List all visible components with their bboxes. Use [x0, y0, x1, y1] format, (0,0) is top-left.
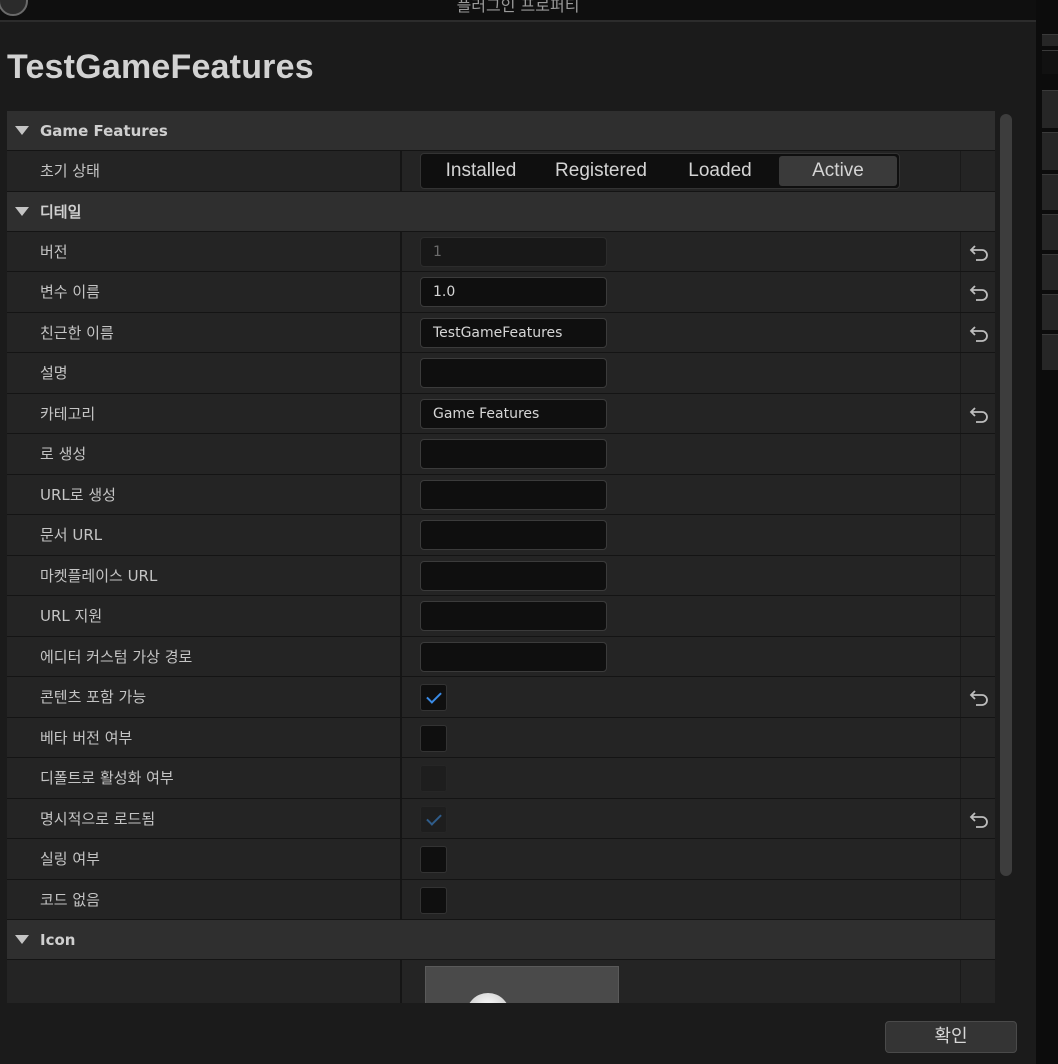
- property-label: 문서 URL: [40, 526, 103, 544]
- property-initial-state: 초기 상태 Installed Registered Loaded Active: [7, 151, 995, 192]
- property-docs-url: 문서 URL: [7, 515, 995, 556]
- collapse-triangle-icon[interactable]: [15, 206, 29, 216]
- property-can-contain-content: 콘텐츠 포함 가능: [7, 677, 995, 718]
- category-game-features[interactable]: Game Features: [7, 111, 995, 151]
- state-option-loaded[interactable]: Loaded: [661, 156, 779, 186]
- marketplace-url-field[interactable]: [420, 560, 607, 591]
- details-panel: Game Features 초기 상태 Installed Registered…: [7, 111, 995, 1003]
- background-editor-strip: [1036, 0, 1058, 1064]
- title-bar: 플러그인 프로퍼티: [0, 0, 1036, 22]
- property-is-beta: 베타 버전 여부: [7, 717, 995, 758]
- plugin-icon-image: [466, 993, 510, 1003]
- is-beta-checkbox[interactable]: [420, 724, 447, 752]
- friendly-name-field[interactable]: TestGameFeatures: [420, 317, 607, 348]
- property-label: URL로 생성: [40, 485, 116, 504]
- state-option-registered[interactable]: Registered: [541, 156, 661, 186]
- description-field[interactable]: [420, 358, 607, 388]
- category-label: 디테일: [40, 202, 82, 221]
- can-contain-content-checkbox[interactable]: [420, 684, 447, 711]
- property-version-name: 변수 이름 1.0: [7, 272, 995, 313]
- property-created-by: 로 생성: [7, 434, 995, 475]
- reset-to-default-icon[interactable]: [969, 405, 989, 423]
- collapse-triangle-icon[interactable]: [15, 935, 29, 944]
- property-support-url: URL 지원: [7, 596, 995, 637]
- property-created-by-url: URL로 생성: [7, 474, 995, 515]
- category-label: Icon: [40, 930, 76, 949]
- category-details[interactable]: 디테일: [7, 191, 995, 232]
- window-title: 플러그인 프로퍼티: [456, 0, 580, 15]
- ok-button[interactable]: 확인: [885, 1021, 1017, 1053]
- property-label: 친근한 이름: [40, 323, 114, 342]
- reset-to-default-icon[interactable]: [969, 324, 989, 342]
- property-label: 로 생성: [40, 445, 87, 463]
- state-option-active[interactable]: Active: [779, 156, 897, 186]
- property-label: 초기 상태: [40, 162, 100, 180]
- category-icon[interactable]: Icon: [7, 920, 995, 960]
- property-label: 카테고리: [40, 404, 96, 423]
- enabled-by-default-checkbox: [420, 765, 447, 792]
- support-url-field[interactable]: [420, 601, 607, 631]
- property-no-code: 코드 없음: [7, 879, 995, 920]
- property-label: 변수 이름: [40, 283, 100, 301]
- created-by-field[interactable]: [420, 439, 607, 469]
- created-by-url-field[interactable]: [420, 479, 607, 510]
- property-category: 카테고리 Game Features: [7, 393, 995, 434]
- initial-state-selector: Installed Registered Loaded Active: [420, 153, 900, 189]
- property-icon: [7, 960, 995, 1003]
- property-editor-custom-virtual-path: 에디터 커스텀 가상 경로: [7, 636, 995, 677]
- property-label: 버전: [40, 242, 68, 261]
- category-field[interactable]: Game Features: [420, 398, 607, 429]
- page-title: TestGameFeatures: [7, 48, 314, 86]
- property-label: 베타 버전 여부: [40, 728, 133, 747]
- version-name-field[interactable]: 1.0: [420, 277, 607, 307]
- property-label: 실링 여부: [40, 850, 100, 868]
- is-sealed-checkbox[interactable]: [420, 846, 447, 873]
- property-marketplace-url: 마켓플레이스 URL: [7, 555, 995, 596]
- plugin-icon-thumbnail[interactable]: [425, 966, 619, 1003]
- property-is-sealed: 실링 여부: [7, 839, 995, 880]
- property-label: 마켓플레이스 URL: [40, 566, 158, 585]
- editor-custom-virtual-path-field[interactable]: [420, 641, 607, 672]
- version-field: 1: [420, 236, 607, 267]
- property-label: URL 지원: [40, 607, 103, 625]
- property-label: 콘텐츠 포함 가능: [40, 688, 147, 706]
- plugin-properties-window: 플러그인 프로퍼티 TestGameFeatures Game Features…: [0, 0, 1036, 1064]
- reset-to-default-icon[interactable]: [969, 243, 989, 261]
- property-label: 설명: [40, 364, 68, 382]
- reset-to-default-icon[interactable]: [969, 810, 989, 828]
- reset-to-default-icon[interactable]: [969, 283, 989, 301]
- property-friendly-name: 친근한 이름 TestGameFeatures: [7, 312, 995, 353]
- property-label: 에디터 커스텀 가상 경로: [40, 647, 193, 666]
- vertical-scrollbar[interactable]: [1000, 114, 1012, 876]
- category-label: Game Features: [40, 121, 168, 140]
- checkmark-icon: [426, 809, 442, 826]
- state-option-installed[interactable]: Installed: [421, 156, 541, 186]
- explicitly-loaded-checkbox: [420, 805, 447, 833]
- property-version: 버전 1: [7, 231, 995, 272]
- collapse-triangle-icon[interactable]: [15, 126, 29, 135]
- checkmark-icon: [426, 688, 442, 704]
- property-description: 설명: [7, 353, 995, 394]
- reset-to-default-icon[interactable]: [969, 688, 989, 706]
- no-code-checkbox[interactable]: [420, 886, 447, 914]
- property-explicitly-loaded: 명시적으로 로드됨: [7, 798, 995, 839]
- property-label: 코드 없음: [40, 890, 100, 909]
- docs-url-field[interactable]: [420, 520, 607, 550]
- property-label: 디폴트로 활성화 여부: [40, 769, 174, 787]
- property-label: 명시적으로 로드됨: [40, 809, 156, 828]
- property-enabled-by-default: 디폴트로 활성화 여부: [7, 758, 995, 799]
